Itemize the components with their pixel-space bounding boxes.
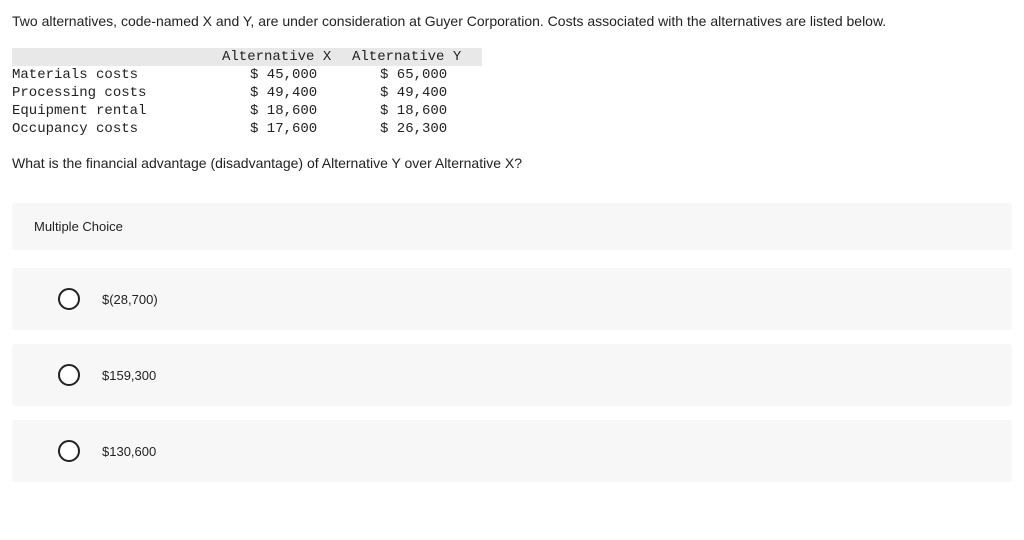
cell-y: $ 49,400 [352, 84, 482, 102]
option-2[interactable]: $159,300 [12, 344, 1012, 406]
option-3[interactable]: $130,600 [12, 420, 1012, 482]
table-row: Processing costs $ 49,400 $ 49,400 [12, 84, 482, 102]
radio-icon [58, 288, 80, 310]
cell-y: $ 65,000 [352, 66, 482, 84]
th-alt-x: Alternative X [222, 48, 352, 66]
option-label: $(28,700) [102, 292, 158, 307]
cell-label: Occupancy costs [12, 120, 222, 138]
cell-x: $ 45,000 [222, 66, 352, 84]
option-1[interactable]: $(28,700) [12, 268, 1012, 330]
th-alt-y: Alternative Y [352, 48, 482, 66]
cell-y: $ 18,600 [352, 102, 482, 120]
option-label: $130,600 [102, 444, 156, 459]
cell-label: Processing costs [12, 84, 222, 102]
question-text: What is the financial advantage (disadva… [12, 154, 1012, 174]
cell-x: $ 17,600 [222, 120, 352, 138]
cell-x: $ 18,600 [222, 102, 352, 120]
table-row: Occupancy costs $ 17,600 $ 26,300 [12, 120, 482, 138]
cell-label: Equipment rental [12, 102, 222, 120]
table-row: Equipment rental $ 18,600 $ 18,600 [12, 102, 482, 120]
cell-label: Materials costs [12, 66, 222, 84]
multiple-choice-header: Multiple Choice [12, 203, 1012, 250]
cell-y: $ 26,300 [352, 120, 482, 138]
radio-icon [58, 364, 80, 386]
cost-table: Alternative X Alternative Y Materials co… [12, 48, 482, 138]
intro-text: Two alternatives, code-named X and Y, ar… [12, 12, 1012, 32]
radio-icon [58, 440, 80, 462]
table-row: Materials costs $ 45,000 $ 65,000 [12, 66, 482, 84]
th-label [12, 48, 222, 66]
cell-x: $ 49,400 [222, 84, 352, 102]
option-label: $159,300 [102, 368, 156, 383]
